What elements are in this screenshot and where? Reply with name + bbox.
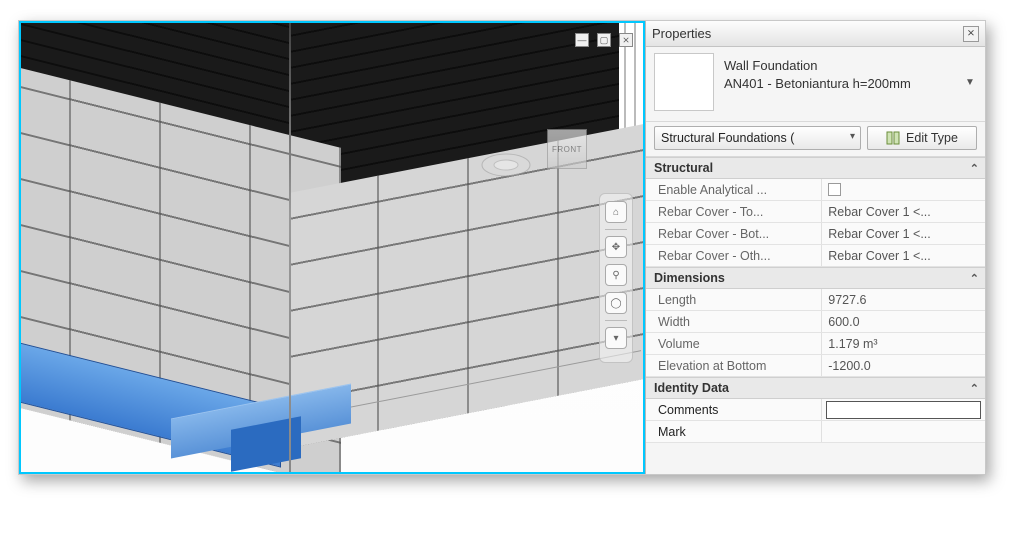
type-family-label: Wall Foundation	[724, 57, 953, 75]
3d-viewport[interactable]: — ▢ ⨯ FRONT ⌂ ✥ ⚲ ◯ ▾	[19, 21, 645, 474]
type-dropdown-arrow[interactable]: ▼	[963, 53, 977, 111]
comments-input[interactable]	[826, 401, 981, 419]
type-selector[interactable]: Wall Foundation AN401 - Betoniantura h=2…	[646, 47, 985, 122]
prop-row-width: Width 600.0	[646, 311, 985, 333]
nav-orbit-icon[interactable]: ◯	[605, 292, 627, 314]
edit-type-icon	[886, 131, 900, 145]
collapse-icon[interactable]: ⌃	[970, 272, 979, 285]
viewcube-face[interactable]: FRONT	[547, 129, 587, 169]
rebar-cover-other-value[interactable]: Rebar Cover 1 <...	[822, 245, 985, 266]
prop-row-enable-analytical: Enable Analytical ...	[646, 179, 985, 201]
elevation-bottom-value: -1200.0	[822, 355, 985, 376]
rebar-cover-bottom-value[interactable]: Rebar Cover 1 <...	[822, 223, 985, 244]
viewport-close-button[interactable]: ⨯	[619, 33, 633, 47]
nav-pan-icon[interactable]: ✥	[605, 236, 627, 258]
enable-analytical-checkbox[interactable]	[822, 179, 985, 200]
type-name-label: AN401 - Betoniantura h=200mm	[724, 75, 953, 93]
prop-row-rebar-other: Rebar Cover - Oth... Rebar Cover 1 <...	[646, 245, 985, 267]
prop-row-comments: Comments	[646, 399, 985, 421]
properties-title: Properties	[652, 26, 711, 41]
group-header-structural[interactable]: Structural ⌃	[646, 157, 985, 179]
properties-close-button[interactable]: ⨯	[963, 26, 979, 42]
viewport-maximize-button[interactable]: ▢	[597, 33, 611, 47]
volume-value: 1.179 m³	[822, 333, 985, 354]
width-value: 600.0	[822, 311, 985, 332]
collapse-icon[interactable]: ⌃	[970, 382, 979, 395]
nav-home-icon[interactable]: ⌂	[605, 201, 627, 223]
viewport-window-controls: — ▢ ⨯	[575, 33, 633, 47]
group-header-identity[interactable]: Identity Data ⌃	[646, 377, 985, 399]
edit-type-label: Edit Type	[906, 131, 958, 145]
prop-row-volume: Volume 1.179 m³	[646, 333, 985, 355]
prop-row-mark: Mark	[646, 421, 985, 443]
properties-panel: Properties ⨯ Wall Foundation AN401 - Bet…	[645, 21, 985, 474]
viewcube[interactable]: FRONT	[541, 123, 593, 175]
type-description: Wall Foundation AN401 - Betoniantura h=2…	[724, 53, 953, 111]
navigation-bar: ⌂ ✥ ⚲ ◯ ▾	[599, 193, 633, 363]
prop-row-elevation-bottom: Elevation at Bottom -1200.0	[646, 355, 985, 377]
category-row: Structural Foundations ( Edit Type	[646, 122, 985, 157]
app-frame: — ▢ ⨯ FRONT ⌂ ✥ ⚲ ◯ ▾	[18, 20, 986, 475]
viewport-minimize-button[interactable]: —	[575, 33, 589, 47]
comments-cell[interactable]	[822, 399, 985, 420]
prop-row-rebar-top: Rebar Cover - To... Rebar Cover 1 <...	[646, 201, 985, 223]
length-value: 9727.6	[822, 289, 985, 310]
mark-value[interactable]	[822, 421, 985, 442]
prop-row-rebar-bottom: Rebar Cover - Bot... Rebar Cover 1 <...	[646, 223, 985, 245]
rebar-cover-top-value[interactable]: Rebar Cover 1 <...	[822, 201, 985, 222]
collapse-icon[interactable]: ⌃	[970, 162, 979, 175]
nav-more-icon[interactable]: ▾	[605, 327, 627, 349]
category-filter-dropdown[interactable]: Structural Foundations (	[654, 126, 861, 150]
edit-type-button[interactable]: Edit Type	[867, 126, 977, 150]
type-thumbnail	[654, 53, 714, 111]
prop-row-length: Length 9727.6	[646, 289, 985, 311]
nav-zoom-icon[interactable]: ⚲	[605, 264, 627, 286]
properties-header: Properties ⨯	[646, 21, 985, 47]
model-scene	[21, 23, 643, 472]
group-header-dimensions[interactable]: Dimensions ⌃	[646, 267, 985, 289]
steering-wheel[interactable]	[479, 151, 533, 179]
